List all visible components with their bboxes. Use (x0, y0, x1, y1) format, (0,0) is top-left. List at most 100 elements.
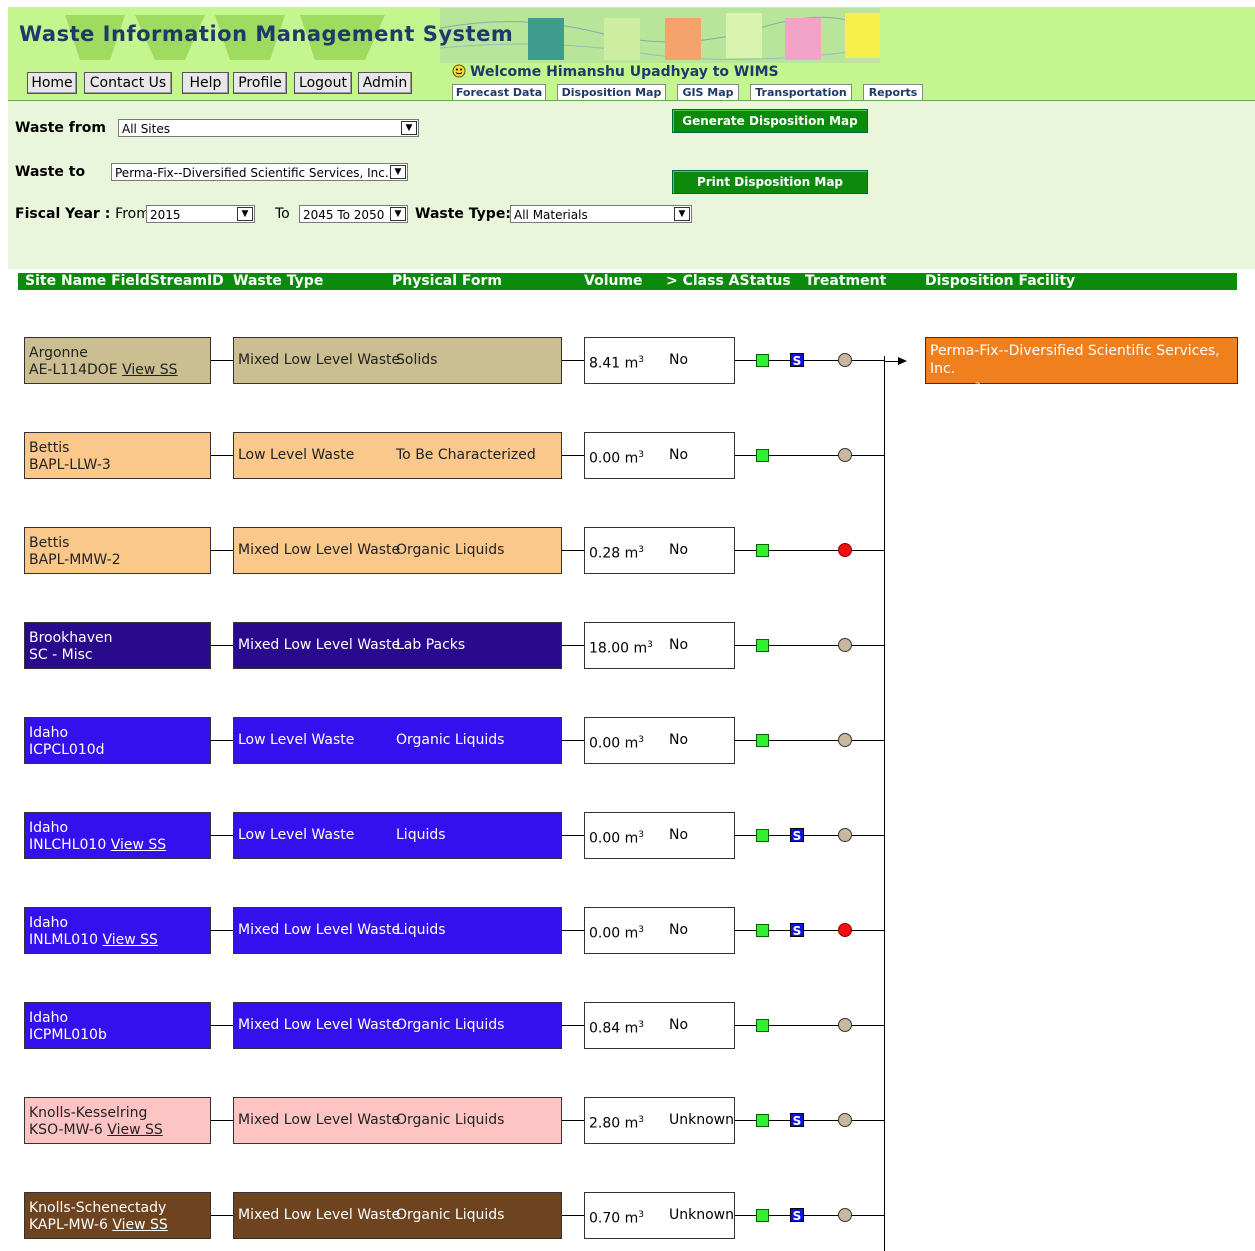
physical-form-text: Organic Liquids (396, 732, 505, 748)
class-a-status: Unknown (669, 1207, 734, 1223)
nav-contact-us-button[interactable]: Contact Us (84, 72, 172, 94)
treatment-status-icon (838, 1208, 852, 1222)
waste-type-text: Low Level Waste (238, 827, 355, 843)
status-green-square-icon (756, 1019, 769, 1032)
tab-transportation[interactable]: Transportation (750, 84, 852, 101)
tab-forecast-data[interactable]: Forecast Data (452, 84, 546, 101)
class-a-status: No (669, 542, 689, 558)
waste-type-cell: Low Level Waste To Be Characterized (233, 432, 562, 479)
nav-profile-button[interactable]: Profile (233, 72, 287, 94)
treatment-status-icon (838, 733, 852, 747)
column-volume: Volume (584, 273, 643, 289)
volume-exponent: 3 (638, 545, 644, 555)
field-stream-id: ICPML010b (29, 1027, 107, 1043)
connector-line (562, 930, 584, 931)
view-ss-link[interactable]: View SS (107, 1122, 162, 1138)
status-green-square-icon (756, 544, 769, 557)
column-waste-type: Waste Type (233, 273, 324, 289)
waste-type-text: Mixed Low Level Waste (238, 1207, 401, 1223)
volume-cell: 0.00 m3 No (584, 907, 735, 954)
column-class-status: > Class AStatus (666, 273, 791, 289)
site-cell: Idaho INLML010 View SS (24, 907, 211, 954)
nav-logout-button[interactable]: Logout (294, 72, 352, 94)
nav-help-button[interactable]: Help (182, 72, 229, 94)
volume-value: 0.00 m (589, 925, 639, 942)
from-year-select[interactable]: 2015 ▼ (146, 205, 255, 223)
nav-home-button[interactable]: Home (27, 72, 77, 94)
site-cell: Knolls-Kesselring KSO-MW-6 View SS (24, 1097, 211, 1144)
site-name: Knolls-Kesselring (29, 1105, 148, 1121)
field-stream-id: KAPL-MW-6 (29, 1217, 108, 1233)
to-year-select[interactable]: 2045 To 2050 ▼ (299, 205, 408, 223)
view-ss-link[interactable]: View SS (122, 362, 177, 378)
waste-type-text: Low Level Waste (238, 447, 355, 463)
view-ss-link[interactable]: View SS (111, 837, 166, 853)
waste-type-text: Mixed Low Level Waste (238, 637, 401, 653)
smiley-icon (452, 64, 466, 78)
treatment-status-icon (838, 543, 852, 557)
print-disposition-map-button[interactable]: Print Disposition Map (672, 170, 868, 194)
connector-line (211, 1120, 233, 1121)
disposition-facility-box[interactable]: Perma-Fix--Diversified Scientific Servic… (925, 337, 1238, 399)
storage-icon[interactable]: S (790, 923, 804, 938)
view-ss-link[interactable]: View SS (102, 932, 157, 948)
generate-disposition-map-button[interactable]: Generate Disposition Map (672, 109, 868, 133)
site-name: Idaho (29, 820, 69, 836)
waste-from-label: Waste from (15, 120, 106, 136)
waste-to-value: Perma-Fix--Diversified Scientific Servic… (115, 166, 389, 180)
tab-reports[interactable]: Reports (863, 84, 923, 101)
treatment-status-icon (838, 923, 852, 937)
field-stream-id: ICPCL010d (29, 742, 105, 758)
chevron-down-icon: ▼ (674, 207, 690, 221)
tab-disposition-map[interactable]: Disposition Map (557, 84, 666, 101)
nav-admin-button[interactable]: Admin (358, 72, 412, 94)
connector-line (211, 1215, 233, 1216)
volume-value: 0.00 m (589, 450, 639, 467)
connector-line (562, 1120, 584, 1121)
site-cell: Brookhaven SC - Misc (24, 622, 211, 669)
volume-value: 2.80 m (589, 1115, 639, 1132)
waste-to-select[interactable]: Perma-Fix--Diversified Scientific Servic… (111, 163, 408, 181)
waste-type-text: Mixed Low Level Waste (238, 1017, 401, 1033)
site-cell: Idaho ICPML010b (24, 1002, 211, 1049)
storage-icon[interactable]: S (790, 828, 804, 843)
class-a-status: No (669, 922, 689, 938)
class-a-status: No (669, 1017, 689, 1033)
waste-type-cell: Mixed Low Level Waste Organic Liquids (233, 1097, 562, 1144)
storage-icon[interactable]: S (790, 353, 804, 368)
connector-line (211, 835, 233, 836)
volume-cell: 0.00 m3 No (584, 717, 735, 764)
volume-exponent: 3 (638, 1115, 644, 1125)
column-physical-form: Physical Form (392, 273, 503, 289)
column-treatment: Treatment (805, 273, 887, 289)
connector-line (562, 835, 584, 836)
status-green-square-icon (756, 734, 769, 747)
connector-line (562, 550, 584, 551)
connector-line (211, 1025, 233, 1026)
connector-line (562, 1025, 584, 1026)
physical-form-text: Organic Liquids (396, 1017, 505, 1033)
storage-icon[interactable]: S (790, 1113, 804, 1128)
class-a-status: No (669, 637, 689, 653)
volume-exponent: 3 (638, 1020, 644, 1030)
waste-type-select[interactable]: All Materials ▼ (510, 205, 692, 223)
field-stream-id: BAPL-MMW-2 (29, 552, 121, 568)
chevron-down-icon: ▼ (401, 121, 417, 135)
connector-line (211, 930, 233, 931)
waste-to-label: Waste to (15, 164, 86, 180)
waste-type-cell: Mixed Low Level Waste Liquids (233, 907, 562, 954)
treatment-status-icon (838, 638, 852, 652)
connector-line (562, 740, 584, 741)
arrow-right-icon (898, 357, 907, 365)
fiscal-year-label: Fiscal Year : From (15, 206, 150, 222)
site-name: Idaho (29, 915, 69, 931)
physical-form-text: Organic Liquids (396, 1112, 505, 1128)
waste-from-select[interactable]: All Sites ▼ (118, 119, 419, 137)
class-a-status: No (669, 447, 689, 463)
tab-gis-map[interactable]: GIS Map (677, 84, 739, 101)
treatment-status-icon (838, 1113, 852, 1127)
from-label: From (115, 206, 150, 222)
view-ss-link[interactable]: View SS (112, 1217, 167, 1233)
storage-icon[interactable]: S (790, 1208, 804, 1223)
waste-type-cell: Mixed Low Level Waste Lab Packs (233, 622, 562, 669)
